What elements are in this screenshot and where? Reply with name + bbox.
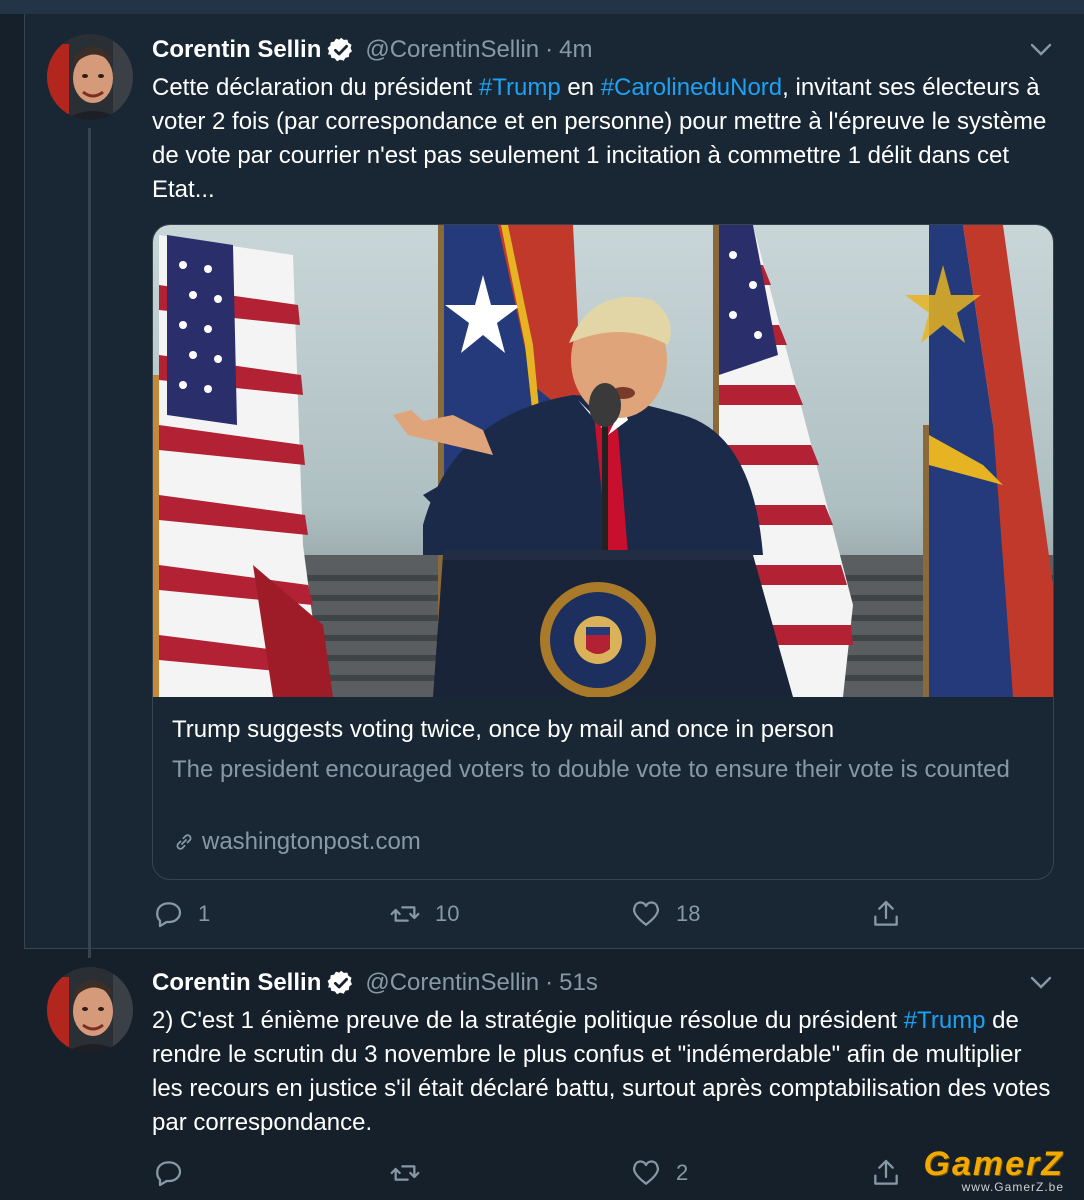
verified-badge-icon [327,37,353,62]
link-icon [176,834,192,850]
tweet-text-segment: Cette déclaration du président [152,74,479,101]
share-icon [874,1159,898,1185]
reply-count: 1 [198,901,211,926]
author-handle[interactable]: @CorentinSellin [365,36,539,64]
news-photo-image [153,225,1053,697]
tweet-actions: 1 10 18 [152,896,912,932]
thread-connector-line [88,128,91,958]
like-count: 18 [676,901,701,926]
heart-icon [632,901,660,926]
tweet-timestamp[interactable]: 4m [559,36,592,64]
card-description: The president encouraged voters to doubl… [172,756,1010,783]
card-domain-text: washingtonpost.com [202,828,421,855]
header-separator: · [545,969,554,996]
tweet-text-segment: en [560,74,601,101]
tweet-header: Corentin Sellin @CorentinSellin · 4m [152,33,592,67]
heart-icon [632,1160,660,1185]
tweet-text: Cette déclaration du président #Trump en… [152,71,1052,207]
header-separator: · [545,36,554,63]
tweet-divider [24,948,1084,949]
reply-icon [156,902,182,928]
retweet-icon [390,1165,420,1181]
tweet-header: Corentin Sellin @CorentinSellin · 51s [152,966,598,1000]
top-bar [0,0,1084,14]
author-avatar[interactable] [47,967,133,1053]
author-name[interactable]: Corentin Sellin [152,969,321,997]
verified-badge-icon [327,970,353,995]
like-count: 2 [676,1160,689,1185]
tweet-timestamp[interactable]: 51s [559,969,598,997]
chevron-down-icon[interactable] [1030,976,1052,990]
watermark: GamerZ www.GamerZ.be [924,1145,1065,1194]
hashtag-link[interactable]: #CarolineduNord [601,74,782,101]
hashtag-link[interactable]: #Trump [904,1007,986,1034]
retweet-button[interactable]: 10 [389,896,459,932]
tweet-actions: 2 [152,1155,912,1191]
tweet-text-segment: 2) C'est 1 énième preuve de la stratégie… [152,1007,904,1034]
share-button[interactable] [870,896,916,932]
retweet-icon [390,906,420,922]
card-title[interactable]: Trump suggests voting twice, once by mai… [172,716,834,744]
retweet-button[interactable] [389,1155,435,1191]
author-avatar[interactable] [47,34,133,120]
tweet-text: 2) C'est 1 énième preuve de la stratégie… [152,1004,1052,1140]
card-domain[interactable]: washingtonpost.com [172,827,421,857]
retweet-count: 10 [435,901,460,926]
reply-button[interactable] [152,1155,198,1191]
share-button[interactable] [870,1155,916,1191]
like-button[interactable]: 2 [630,1155,688,1191]
chevron-down-icon[interactable] [1030,43,1052,57]
reply-button[interactable]: 1 [152,896,210,932]
share-icon [874,900,898,926]
author-name[interactable]: Corentin Sellin [152,36,321,64]
watermark-logo: GamerZ [923,1145,1064,1183]
author-handle[interactable]: @CorentinSellin [365,969,539,997]
hashtag-link[interactable]: #Trump [479,74,561,101]
like-button[interactable]: 18 [630,896,700,932]
reply-icon [156,1161,182,1187]
link-preview-card[interactable]: Trump suggests voting twice, once by mai… [152,224,1054,880]
